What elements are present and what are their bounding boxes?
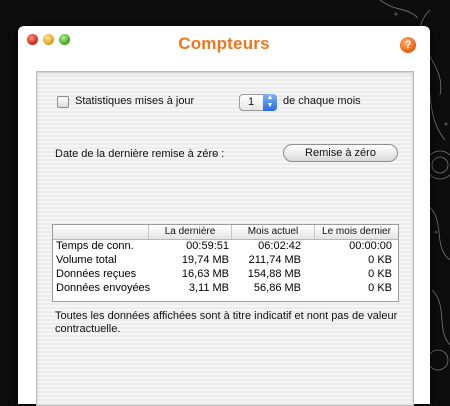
cell-last: 16,63 MB [181,268,229,280]
disclaimer-line-1: Toutes les données affichées sont à titr… [55,310,398,322]
reset-button[interactable]: Remise à zéro [283,144,398,162]
column-header-current-month[interactable]: Mois actuel [232,226,314,237]
cell-last: 00:59:51 [186,240,229,252]
row-label: Volume total [56,254,117,266]
table-row: Volume total 19,74 MB 211,74 MB 0 KB [53,254,398,268]
table-header: La dernière Mois actuel Le mois dernier [53,225,398,240]
window-title: Compteurs [178,34,270,53]
cell-previous-month: 00:00:00 [349,240,392,252]
auto-update-checkbox[interactable] [57,96,69,108]
help-icon[interactable]: ? [400,37,416,53]
last-reset-label: Date de la dernière remise à zéro : [55,148,225,160]
cell-last: 19,74 MB [181,254,229,266]
table-row: Données envoyées 3,11 MB 56,86 MB 0 KB [53,282,398,296]
cell-previous-month: 0 KB [368,254,392,266]
cell-current-month: 56,86 MB [253,282,301,294]
column-header-last[interactable]: La dernière [149,226,231,237]
counters-window: Compteurs ? Statistiques mises à jour 1 … [18,26,430,406]
column-header-previous-month[interactable]: Le mois dernier [315,226,398,237]
last-reset-value: - [213,148,217,160]
row-label: Données envoyées [56,282,151,294]
cell-current-month: 154,88 MB [247,268,301,280]
reset-day-suffix: de chaque mois [283,95,361,107]
cell-previous-month: 0 KB [368,282,392,294]
cell-last: 3,11 MB [188,282,229,294]
row-label: Temps de conn. [56,240,134,252]
auto-update-label: Statistiques mises à jour [75,95,195,107]
counters-table: La dernière Mois actuel Le mois dernier … [52,224,399,302]
cell-current-month: 211,74 MB [248,254,301,266]
window-titlebar[interactable]: Compteurs ? [18,26,430,62]
reset-day-select[interactable]: 1 ▲ ▼ [239,94,277,111]
row-label: Données reçues [56,268,137,280]
disclaimer-line-2: contractuelle. [55,323,121,335]
reset-day-value: 1 [248,96,255,108]
table-row: Temps de conn. 00:59:51 06:02:42 00:00:0… [53,240,398,254]
cell-previous-month: 0 KB [368,268,392,280]
table-row: Données reçues 16,63 MB 154,88 MB 0 KB [53,268,398,282]
stepper-arrows-icon: ▲ ▼ [263,94,277,111]
cell-current-month: 06:02:42 [258,240,301,252]
